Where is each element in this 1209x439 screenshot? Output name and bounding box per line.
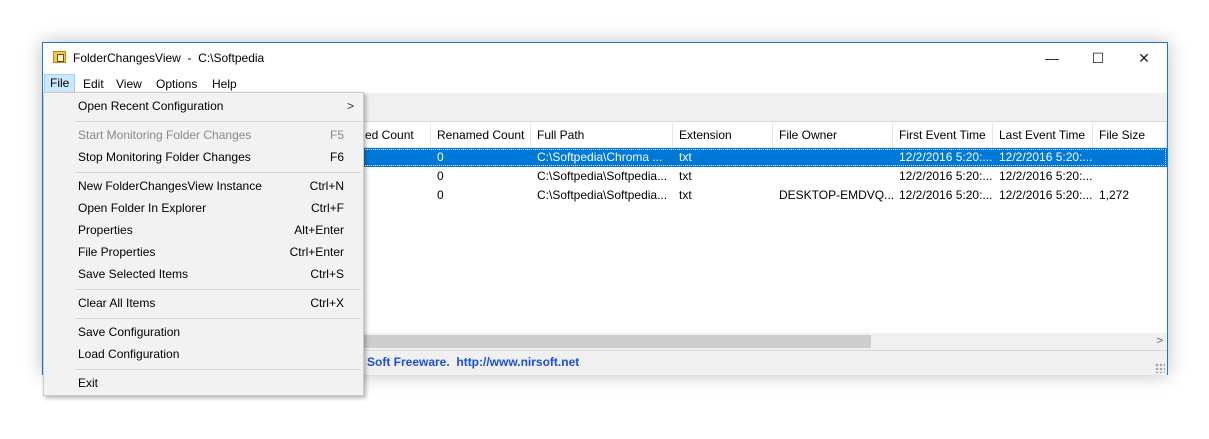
renamed-count-cell: 0 xyxy=(437,188,444,202)
menu-separator xyxy=(75,369,361,370)
menu-item-exit[interactable]: Exit xyxy=(44,372,363,394)
column-header[interactable]: Full Path xyxy=(531,123,673,147)
file-owner-cell: DESKTOP-EMDVQ... xyxy=(779,188,893,202)
file-size-cell: 1,272 xyxy=(1099,188,1130,202)
last-event-time-cell: 12/2/2016 5:20:... xyxy=(999,169,1093,183)
menu-item-properties[interactable]: Properties Alt+Enter xyxy=(44,219,363,241)
title-bar[interactable]: FolderChangesView - C:\Softpedia — ☐ ✕ xyxy=(43,43,1167,73)
scroll-right-arrow-icon[interactable]: > xyxy=(1157,333,1163,350)
column-header[interactable]: Extension xyxy=(673,123,773,147)
menu-item-load-configuration[interactable]: Load Configuration xyxy=(44,343,363,365)
file-size-cell xyxy=(1093,148,1167,167)
menu-edit[interactable]: Edit xyxy=(78,75,109,93)
renamed-count-cell: 0 xyxy=(437,150,444,164)
column-header[interactable]: ed Count xyxy=(359,123,431,147)
menu-item-clear-all-items[interactable]: Clear All Items Ctrl+X xyxy=(44,292,363,314)
menu-help[interactable]: Help xyxy=(207,75,242,93)
last-event-time-cell: 12/2/2016 5:20:... xyxy=(999,188,1093,202)
submenu-arrow-icon: > xyxy=(346,99,354,113)
file-menu-dropdown: Open Recent Configuration > Start Monito… xyxy=(43,92,364,396)
full-path-cell: C:\Softpedia\Chroma ... xyxy=(537,150,663,164)
menu-item-save-selected-items[interactable]: Save Selected Items Ctrl+S xyxy=(44,263,363,285)
menu-item-new-instance[interactable]: New FolderChangesView Instance Ctrl+N xyxy=(44,175,363,197)
menu-separator xyxy=(75,289,361,290)
column-header[interactable]: First Event Time xyxy=(893,123,993,147)
extension-cell: txt xyxy=(679,169,692,183)
menu-item-open-folder-in-explorer[interactable]: Open Folder In Explorer Ctrl+F xyxy=(44,197,363,219)
menu-item-stop-monitoring[interactable]: Stop Monitoring Folder Changes F6 xyxy=(44,146,363,168)
resize-grip-icon[interactable] xyxy=(1155,363,1165,373)
close-button[interactable]: ✕ xyxy=(1121,43,1167,73)
column-header[interactable]: Renamed Count xyxy=(431,123,531,147)
first-event-time-cell: 12/2/2016 5:20:... xyxy=(899,188,993,202)
file-size-cell xyxy=(1093,167,1167,186)
menu-item-start-monitoring[interactable]: Start Monitoring Folder Changes F5 xyxy=(44,124,363,146)
extension-cell: txt xyxy=(679,150,692,164)
menu-item-save-configuration[interactable]: Save Configuration xyxy=(44,321,363,343)
file-owner-cell xyxy=(773,148,893,167)
first-event-time-cell: 12/2/2016 5:20:... xyxy=(899,150,993,164)
renamed-count-cell: 0 xyxy=(437,169,444,183)
file-owner-cell xyxy=(773,167,893,186)
maximize-button[interactable]: ☐ xyxy=(1075,43,1121,73)
menu-file[interactable]: File xyxy=(44,74,76,93)
menu-separator xyxy=(75,172,361,173)
menu-item-open-recent-configuration[interactable]: Open Recent Configuration > xyxy=(44,95,363,117)
menu-view[interactable]: View xyxy=(111,75,147,93)
full-path-cell: C:\Softpedia\Softpedia... xyxy=(537,169,668,183)
menu-separator xyxy=(75,121,361,122)
menu-options[interactable]: Options xyxy=(151,75,202,93)
first-event-time-cell: 12/2/2016 5:20:... xyxy=(899,169,993,183)
full-path-cell: C:\Softpedia\Softpedia... xyxy=(537,188,668,202)
menu-separator xyxy=(75,318,361,319)
window-title: FolderChangesView - C:\Softpedia xyxy=(73,51,265,65)
last-event-time-cell: 12/2/2016 5:20:... xyxy=(999,150,1093,164)
menu-bar: File Edit View Options Help xyxy=(43,73,1167,93)
column-header[interactable]: File Size xyxy=(1093,123,1167,147)
nirsoft-link[interactable]: Soft Freeware. http://www.nirsoft.net xyxy=(367,355,579,369)
extension-cell: txt xyxy=(679,188,692,202)
minimize-button[interactable]: — xyxy=(1029,43,1075,73)
menu-item-file-properties[interactable]: File Properties Ctrl+Enter xyxy=(44,241,363,263)
column-header[interactable]: Last Event Time xyxy=(993,123,1093,147)
app-folder-icon xyxy=(53,51,66,63)
column-header[interactable]: File Owner xyxy=(773,123,893,147)
